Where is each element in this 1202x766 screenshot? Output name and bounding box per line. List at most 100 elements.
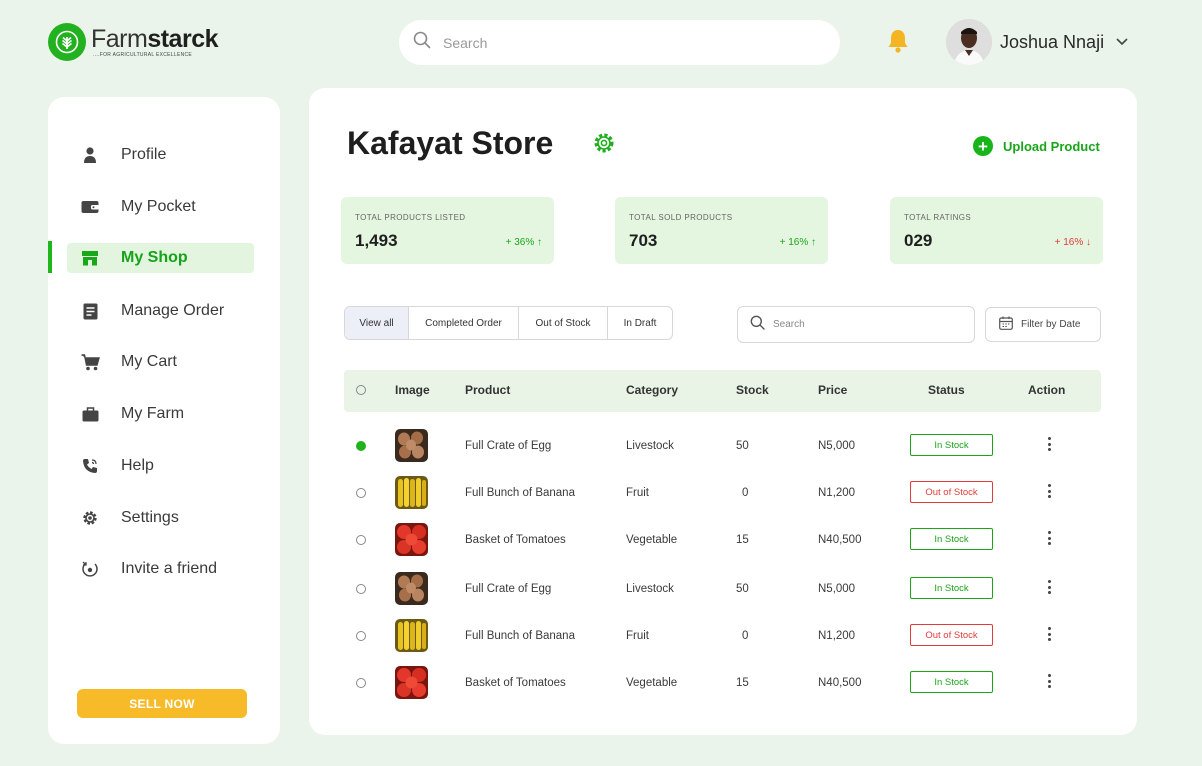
table-search-input[interactable] [773, 319, 963, 330]
chevron-down-icon[interactable] [1116, 33, 1128, 51]
user-icon [80, 147, 100, 163]
avatar [946, 19, 992, 65]
gear-icon [80, 509, 100, 527]
product-name: Basket of Tomatoes [465, 534, 566, 546]
product-stock: 0 [742, 630, 749, 642]
product-category: Livestock [626, 440, 674, 452]
row-select-radio[interactable] [356, 441, 366, 451]
shop-icon [80, 250, 100, 266]
status-badge: In Stock [910, 671, 993, 693]
filter-tabs: View all Completed Order Out of Stock In… [344, 306, 673, 340]
more-actions-icon[interactable] [1046, 580, 1052, 597]
sidebar-item-help[interactable]: Help [67, 451, 254, 481]
more-actions-icon[interactable] [1046, 674, 1052, 691]
product-stock: 50 [736, 583, 749, 595]
product-image-egg [395, 572, 428, 605]
status-badge: Out of Stock [910, 481, 993, 503]
product-category: Vegetable [626, 534, 678, 546]
sidebar-item-label: My Pocket [121, 198, 196, 215]
search-icon [750, 315, 765, 335]
wallet-icon [80, 200, 100, 214]
stat-card-total-ratings: TOTAL RATINGS 029 + 16% ↓ [890, 197, 1103, 264]
filter-by-date-button[interactable]: Filter by Date [985, 307, 1101, 342]
stat-value: 029 [904, 231, 933, 250]
global-search-input[interactable] [443, 34, 803, 51]
store-settings-gear-icon[interactable] [592, 131, 616, 160]
product-category: Livestock [626, 583, 674, 595]
phone-icon [80, 458, 100, 474]
sell-now-button[interactable]: SELL NOW [77, 689, 247, 718]
brand-logo[interactable]: Farmstarck ....FOR AGRICULTURAL EXCELLEN… [48, 23, 218, 61]
status-badge: In Stock [910, 434, 993, 456]
sidebar-item-my-farm[interactable]: My Farm [67, 399, 254, 429]
table-search-bar[interactable] [737, 306, 975, 343]
sidebar-item-my-cart[interactable]: My Cart [67, 347, 254, 377]
brand-name: Farmstarck [91, 25, 218, 53]
sidebar-item-invite-a-friend[interactable]: Invite a friend [67, 554, 254, 584]
product-category: Fruit [626, 487, 649, 499]
sidebar-item-settings[interactable]: Settings [67, 503, 254, 533]
status-badge: In Stock [910, 577, 993, 599]
row-select-radio[interactable] [356, 678, 366, 688]
product-category: Fruit [626, 630, 649, 642]
upload-product-button[interactable]: + Upload Product [973, 136, 1100, 156]
stat-value: 1,493 [355, 231, 398, 250]
more-actions-icon[interactable] [1046, 627, 1052, 644]
sidebar-item-label: My Farm [121, 405, 185, 422]
column-header-stock: Stock [736, 383, 769, 397]
tab-completed-order[interactable]: Completed Order [409, 307, 519, 339]
sidebar-item-label: My Shop [121, 249, 188, 266]
page-title: Kafayat Store [347, 125, 554, 161]
invite-icon [80, 560, 100, 578]
table-row[interactable]: Basket of Tomatoes Vegetable 15 N40,500 … [344, 521, 1101, 561]
sidebar-item-my-pocket[interactable]: My Pocket [67, 192, 254, 222]
product-price: N5,000 [818, 440, 856, 452]
status-badge: Out of Stock [910, 624, 993, 646]
calendar-icon [999, 316, 1013, 333]
user-menu[interactable]: Joshua Nnaji [946, 19, 1128, 65]
more-actions-icon[interactable] [1046, 484, 1052, 501]
product-name: Full Bunch of Banana [465, 630, 575, 642]
column-header-action: Action [1028, 383, 1066, 397]
product-stock: 0 [742, 487, 749, 499]
select-all-radio[interactable] [356, 385, 366, 395]
table-row[interactable]: Full Bunch of Banana Fruit 0 N1,200 Out … [344, 617, 1101, 657]
global-search-bar[interactable] [399, 20, 840, 65]
column-header-product: Product [465, 383, 511, 397]
tab-in-draft[interactable]: In Draft [608, 307, 672, 339]
more-actions-icon[interactable] [1046, 531, 1052, 548]
sidebar-item-label: Profile [121, 146, 167, 163]
product-image-tomato [395, 666, 428, 699]
store-panel: Kafayat Store + Upload Product TOTAL PRO… [309, 88, 1137, 735]
product-name: Basket of Tomatoes [465, 677, 566, 689]
more-actions-icon[interactable] [1046, 437, 1052, 454]
product-name: Full Bunch of Banana [465, 487, 575, 499]
user-name: Joshua Nnaji [1000, 31, 1105, 52]
row-select-radio[interactable] [356, 631, 366, 641]
product-image-tomato [395, 523, 428, 556]
column-header-status: Status [928, 383, 965, 397]
table-row[interactable]: Full Crate of Egg Livestock 50 N5,000 In… [344, 427, 1101, 467]
stat-value: 703 [629, 231, 658, 250]
stat-title: TOTAL RATINGS [904, 213, 972, 222]
briefcase-icon [80, 406, 100, 422]
stat-title: TOTAL PRODUCTS LISTED [355, 213, 466, 222]
table-row[interactable]: Full Bunch of Banana Fruit 0 N1,200 Out … [344, 474, 1101, 514]
sidebar-item-label: Help [121, 457, 154, 474]
plus-icon: + [973, 136, 993, 156]
product-price: N40,500 [818, 534, 862, 546]
sidebar-item-my-shop[interactable]: My Shop [67, 243, 254, 273]
sidebar-item-manage-order[interactable]: Manage Order [67, 296, 254, 326]
tab-out-of-stock[interactable]: Out of Stock [519, 307, 608, 339]
row-select-radio[interactable] [356, 584, 366, 594]
product-price: N1,200 [818, 487, 856, 499]
tab-view-all[interactable]: View all [345, 307, 409, 339]
table-row[interactable]: Basket of Tomatoes Vegetable 15 N40,500 … [344, 664, 1101, 704]
table-row[interactable]: Full Crate of Egg Livestock 50 N5,000 In… [344, 570, 1101, 610]
active-indicator [48, 241, 52, 273]
row-select-radio[interactable] [356, 488, 366, 498]
stat-title: TOTAL SOLD PRODUCTS [629, 213, 733, 222]
row-select-radio[interactable] [356, 535, 366, 545]
sidebar-item-profile[interactable]: Profile [67, 140, 254, 170]
notification-bell-icon[interactable] [886, 28, 910, 59]
